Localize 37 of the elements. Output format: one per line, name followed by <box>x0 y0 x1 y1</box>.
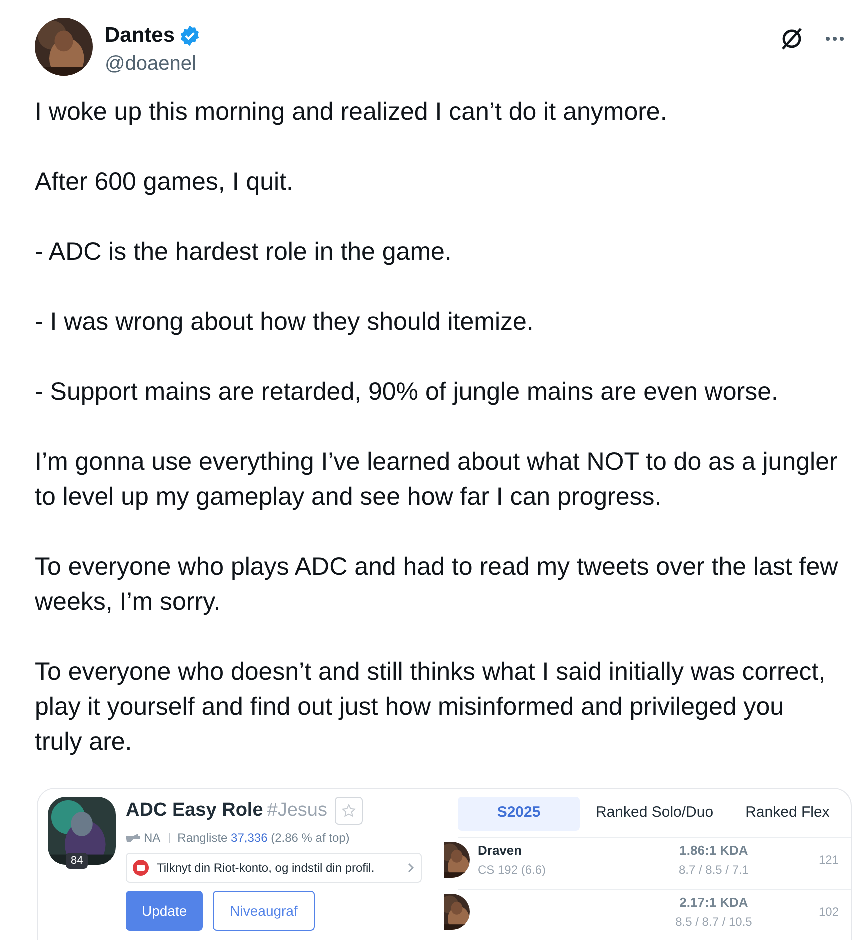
author-name[interactable]: Dantes <box>105 20 176 52</box>
more-icon[interactable] <box>825 36 845 42</box>
season-tab[interactable]: S2025 <box>458 796 580 830</box>
slashed-circle-icon[interactable] <box>779 26 805 52</box>
tweet-text-line: I woke up this morning and realized I can’t do it anymore. <box>35 96 668 128</box>
tweet-text-line: - Support mains are retarded, 90% of jungle mains are even worse. <box>35 376 780 408</box>
author-handle[interactable]: @doaenel <box>105 52 202 76</box>
tweet-text-line: - I was wrong about how they should itemize. <box>35 306 535 338</box>
kda-ratio: 2.17:1 KDA <box>678 894 750 912</box>
profile-tag: #Jesus <box>267 796 328 825</box>
ranking-text: Rangliste 37,336 (2.86 % af top) <box>178 830 350 847</box>
tweet-text-line: After 600 games, I quit. <box>35 166 294 198</box>
tweet-text-line: To everyone who plays ADC and had to read my tweets over the last few <box>35 552 840 582</box>
tweet-text-line: - ADC is the hardest role in the game. <box>35 236 453 268</box>
table-cell-text: 121 <box>818 852 839 869</box>
tweet-text-line: truly are. <box>35 726 134 758</box>
cs-text: CS 192 (6.6) <box>478 862 546 879</box>
table-cell-text: 102 <box>818 904 839 921</box>
tweet-text-line: weeks, I’m sorry. <box>35 586 222 618</box>
tweet-text-line: I’m gonna use everything I’ve learned about what NOT to do as a jungler <box>35 446 839 478</box>
kda-score: 8.5 / 8.7 / 10.5 <box>674 914 754 931</box>
season-tab[interactable]: Ranked Flex <box>730 796 846 830</box>
kda-ratio: 1.86:1 KDA <box>678 842 750 860</box>
tweet-text-line: to level up my gameplay and see how far I can progress. <box>35 482 663 512</box>
level-badge: 84 <box>66 852 88 869</box>
update-button[interactable]: Update <box>126 891 204 931</box>
tweet-text-line: To everyone who doesn’t and still thinks what I said initially was correct, <box>35 656 827 688</box>
level-graph-button[interactable]: Niveaugraf <box>213 891 315 931</box>
riot-account-notice[interactable]: Tilknyt din Riot-konto, og indstil din profil. <box>126 853 422 883</box>
champion-name: Draven <box>478 842 524 860</box>
chevron-right-icon <box>407 862 415 874</box>
tweet-text-line: play it yourself and find out just how misinformed and privileged you <box>35 692 786 722</box>
kda-score: 8.7 / 8.5 / 7.1 <box>678 862 750 879</box>
star-icon <box>341 802 358 819</box>
season-tab[interactable]: Ranked Solo/Duo <box>580 796 730 830</box>
profile-name: ADC Easy Role <box>126 798 264 822</box>
region-label: NA <box>144 830 161 847</box>
